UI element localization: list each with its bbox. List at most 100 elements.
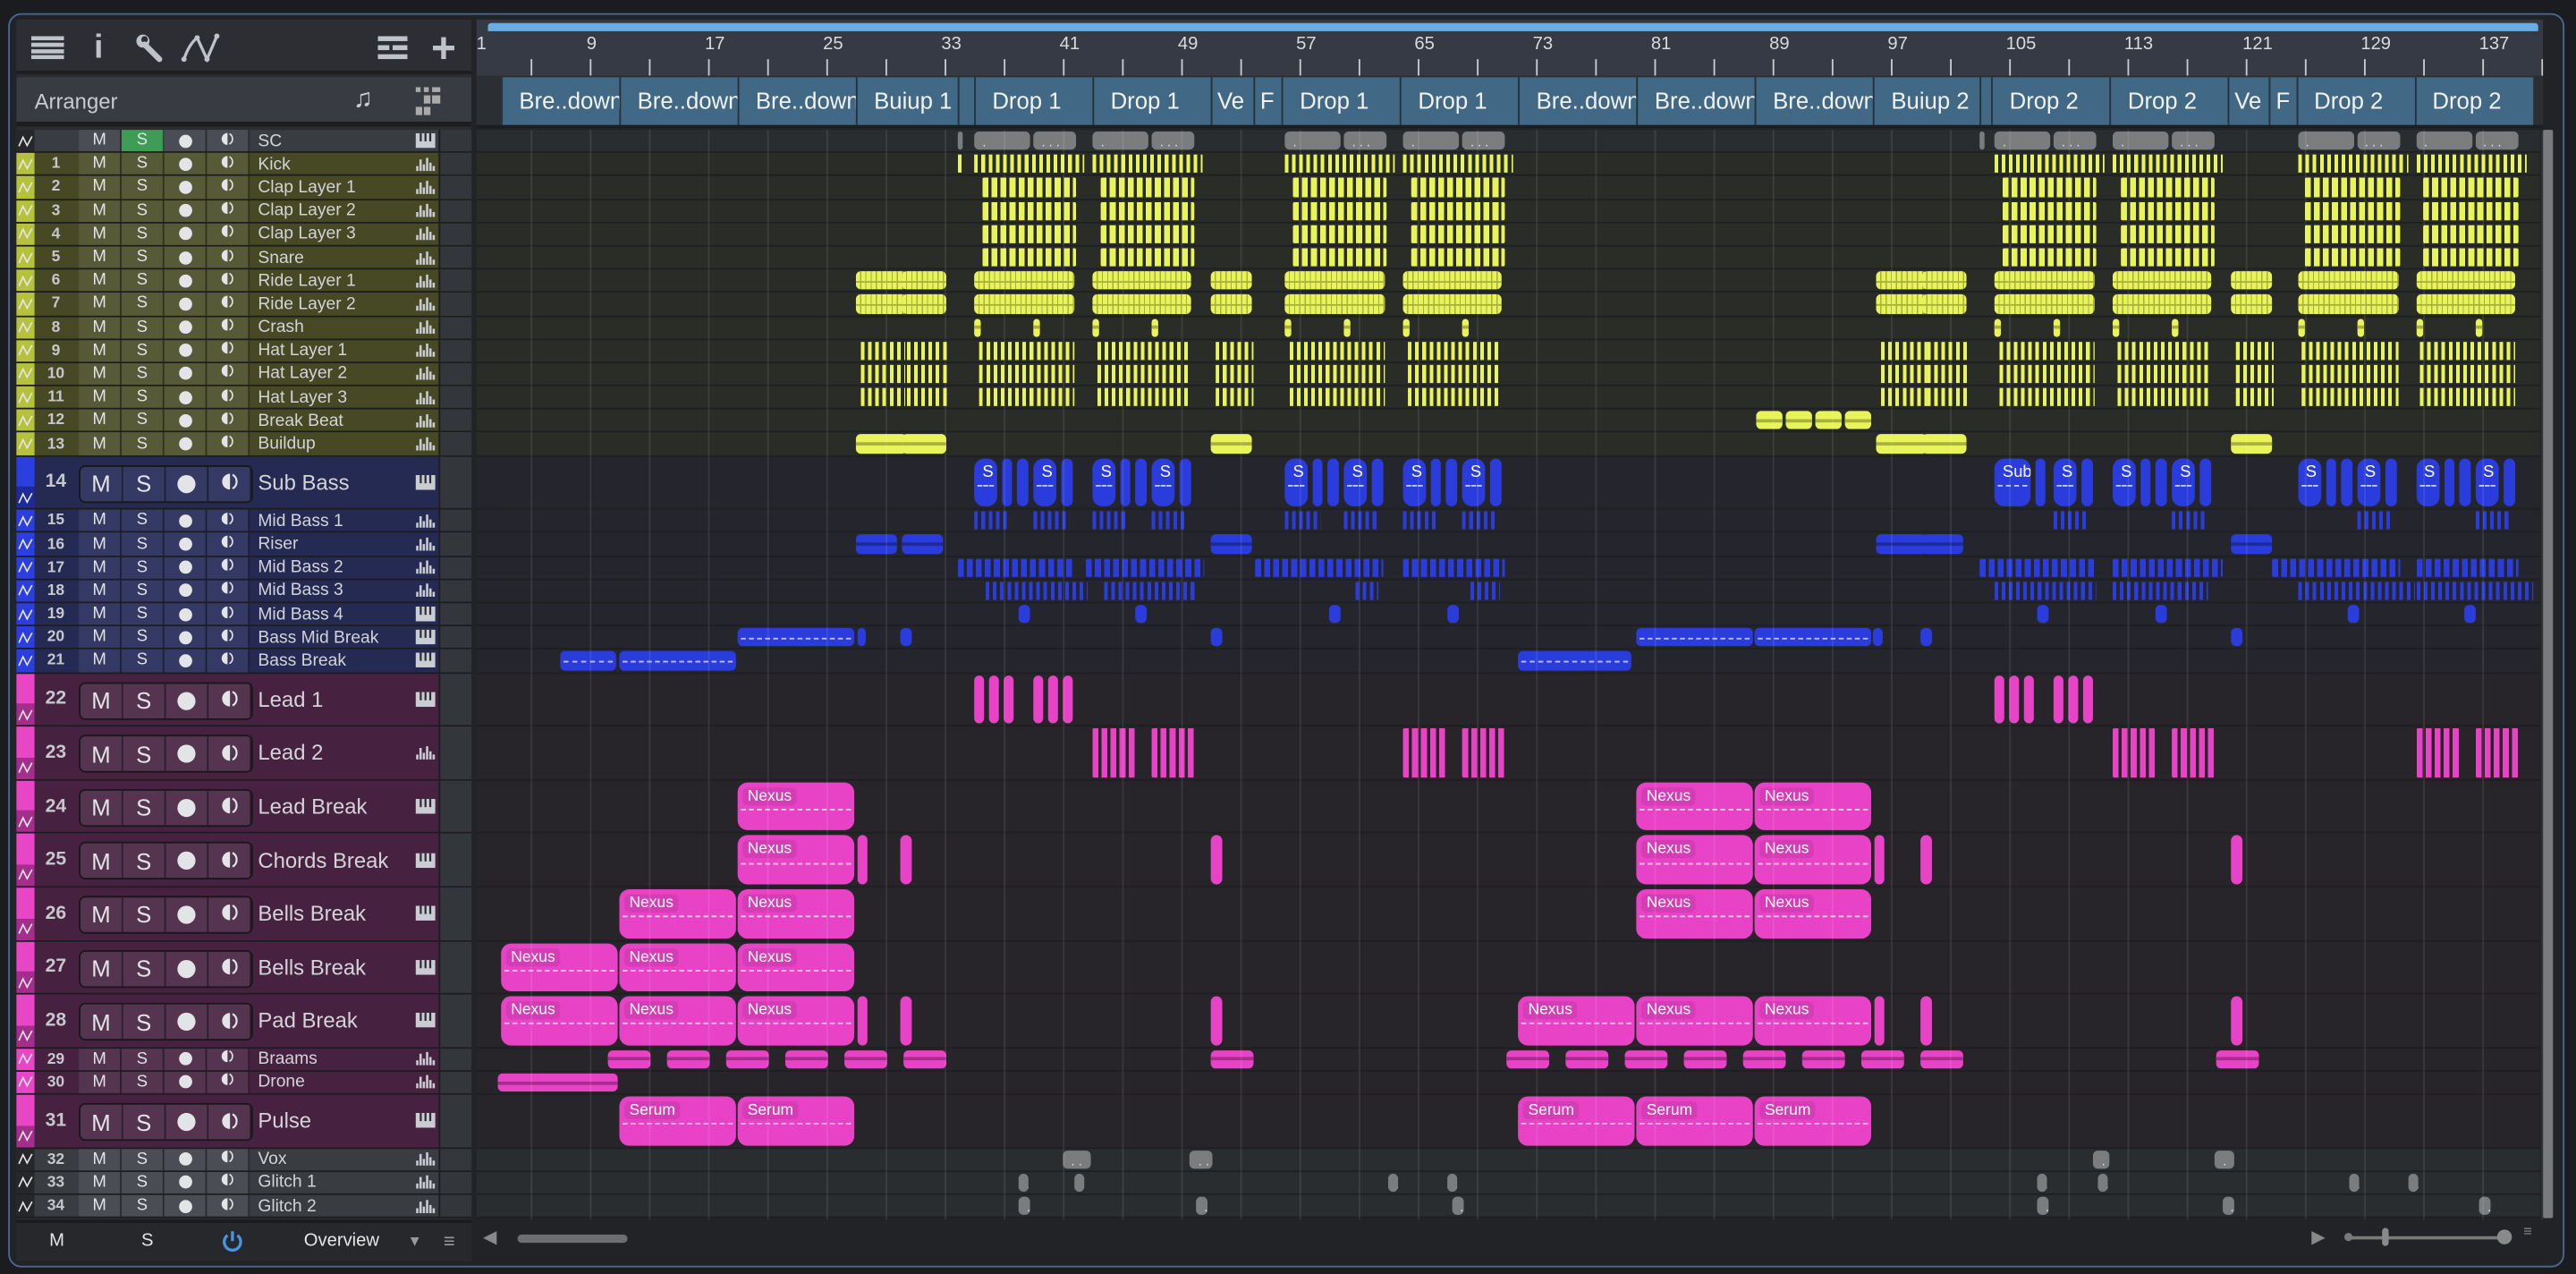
event-clip[interactable]	[2415, 294, 2515, 314]
record-arm-button[interactable]	[164, 433, 208, 455]
monitor-button[interactable]	[207, 293, 250, 315]
event-clip[interactable]	[1092, 318, 1100, 337]
event-clip[interactable]	[2231, 534, 2273, 554]
automation-icon[interactable]	[16, 1171, 35, 1194]
event-clip[interactable]	[1462, 511, 1499, 531]
event-clip[interactable]	[1210, 294, 1252, 314]
track-header[interactable]: 25 M S Chords Break	[16, 834, 472, 888]
automation-icon[interactable]	[16, 487, 35, 509]
solo-button[interactable]: S	[121, 433, 165, 455]
track-height-icon[interactable]: ≡	[2523, 1223, 2532, 1239]
event-clip[interactable]: Nexus	[1636, 782, 1754, 831]
record-arm-button[interactable]	[164, 580, 208, 602]
event-clip[interactable]	[1292, 201, 1387, 220]
event-clip[interactable]	[1402, 155, 1514, 174]
record-arm-button[interactable]	[164, 316, 208, 338]
solo-button[interactable]: S	[121, 603, 165, 625]
event-clip[interactable]	[1430, 457, 1442, 507]
event-clip[interactable]	[1920, 628, 1933, 647]
automation-icon[interactable]	[16, 556, 35, 579]
event-clip[interactable]	[2116, 364, 2212, 384]
event-clip[interactable]	[2120, 201, 2215, 220]
event-clip[interactable]	[1565, 1049, 1609, 1069]
track-name[interactable]: Glitch 2	[258, 1195, 316, 1217]
event-clip[interactable]	[2356, 318, 2364, 337]
event-clip[interactable]	[2419, 341, 2515, 361]
track-header[interactable]: 9 M S Hat Layer 1	[16, 339, 472, 363]
event-clip[interactable]	[900, 996, 912, 1046]
event-clip[interactable]	[1284, 511, 1322, 531]
event-clip[interactable]	[2112, 294, 2212, 314]
arranger-section[interactable]: Drop 1	[974, 77, 1093, 125]
view-selector[interactable]: Overview	[304, 1231, 379, 1251]
event-clip[interactable]: S	[2053, 457, 2078, 507]
event-clip[interactable]	[1921, 434, 1967, 454]
event-clip[interactable]	[1462, 728, 1505, 777]
event-clip[interactable]: Nexus	[619, 996, 736, 1046]
event-clip[interactable]: Nexus	[1754, 835, 1872, 885]
monitor-button[interactable]	[208, 1004, 252, 1040]
track-name[interactable]: Snare	[258, 246, 303, 268]
event-clip[interactable]	[1210, 1049, 1254, 1069]
event-clip[interactable]	[2297, 131, 2354, 150]
automation-icon[interactable]	[16, 293, 35, 315]
track-name[interactable]: Clap Layer 2	[258, 200, 355, 221]
event-clip[interactable]	[900, 835, 912, 885]
event-clip[interactable]	[2112, 557, 2223, 577]
event-clip[interactable]	[981, 201, 1077, 220]
solo-button[interactable]: S	[121, 386, 165, 409]
event-clip[interactable]	[2347, 605, 2360, 624]
event-clip[interactable]	[2140, 457, 2151, 507]
event-clip[interactable]	[2112, 728, 2156, 777]
track-header[interactable]: 23 M S Lead 2	[16, 726, 472, 781]
record-arm-button[interactable]	[164, 176, 208, 199]
event-clip[interactable]	[1876, 434, 1928, 454]
event-clip[interactable]	[906, 387, 948, 407]
track-header[interactable]: 30 M S Drone	[16, 1071, 472, 1095]
record-arm-button[interactable]	[164, 1194, 208, 1218]
add-track-icon[interactable]: +	[428, 22, 461, 72]
event-clip[interactable]	[1880, 364, 1928, 384]
event-clip[interactable]	[1926, 387, 1968, 407]
event-clip[interactable]	[1815, 411, 1843, 430]
monitor-button[interactable]	[207, 153, 250, 175]
event-clip[interactable]	[1874, 835, 1885, 885]
track-header[interactable]: 6 M S Ride Layer 1	[16, 269, 472, 293]
event-clip[interactable]	[2222, 1196, 2234, 1216]
mute-button[interactable]: M	[79, 1048, 122, 1070]
mute-button[interactable]: M	[79, 386, 122, 409]
track-header[interactable]: 15 M S Mid Bass 1	[16, 509, 472, 534]
solo-button[interactable]: S	[121, 1071, 165, 1093]
event-clip[interactable]	[2037, 1196, 2049, 1216]
track-name[interactable]: Bells Break	[258, 888, 366, 939]
event-clip[interactable]	[1994, 271, 2095, 290]
track-header[interactable]: 14 M S Sub Bass	[16, 456, 472, 510]
event-clip[interactable]: S	[1033, 457, 1057, 507]
monitor-button[interactable]	[207, 316, 250, 338]
event-clip[interactable]	[607, 1049, 650, 1069]
event-clip[interactable]	[979, 387, 1075, 407]
record-arm-button[interactable]	[165, 790, 209, 825]
track-header[interactable]: 2 M S Clap Layer 1	[16, 176, 472, 200]
event-clip[interactable]	[2231, 628, 2243, 647]
event-clip[interactable]	[1998, 364, 2095, 384]
monitor-button[interactable]	[207, 533, 250, 556]
event-clip[interactable]	[2297, 271, 2398, 290]
event-clip[interactable]	[1410, 248, 1505, 267]
event-clip[interactable]: Nexus	[737, 888, 855, 939]
event-clip[interactable]: Nexus	[619, 942, 736, 992]
event-clip[interactable]: S	[1151, 457, 1175, 507]
event-clip[interactable]	[1215, 364, 1254, 384]
track-header[interactable]: 12 M S Break Beat	[16, 409, 472, 434]
event-clip[interactable]	[2009, 675, 2020, 724]
event-clip[interactable]	[1801, 1049, 1845, 1069]
arranger-section[interactable]: Ve	[1210, 77, 1254, 125]
mute-button[interactable]: M	[79, 433, 122, 455]
event-clip[interactable]	[2172, 131, 2215, 150]
event-clip[interactable]	[2120, 178, 2215, 197]
event-clip[interactable]	[2112, 582, 2207, 600]
event-clip[interactable]	[1874, 996, 1885, 1046]
event-clip[interactable]	[1452, 1196, 1464, 1216]
event-clip[interactable]	[957, 155, 962, 174]
arranger-section[interactable]: Drop 2	[2109, 77, 2228, 125]
